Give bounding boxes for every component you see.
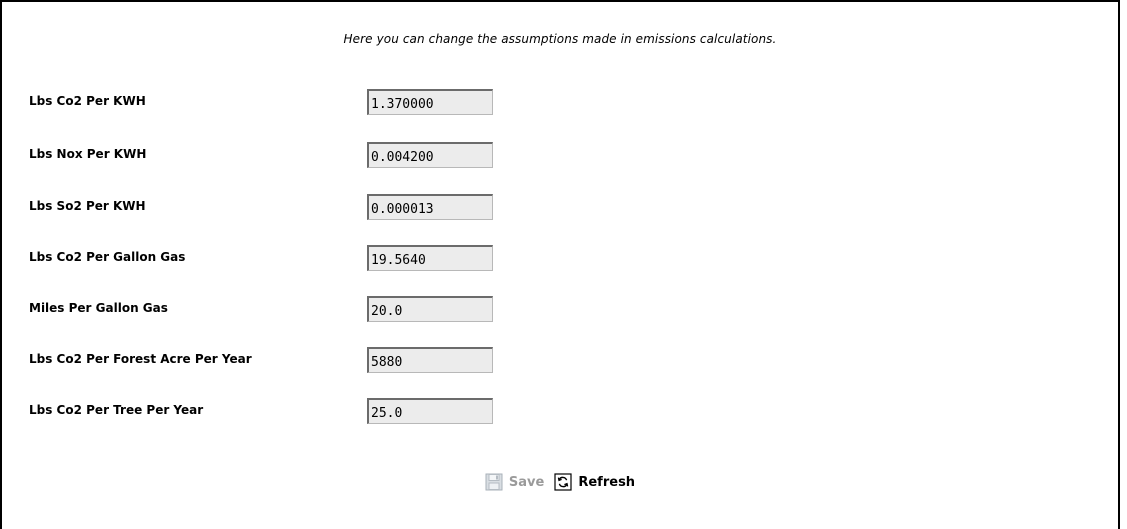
field-row-co2-per-gallon-gas: Lbs Co2 Per Gallon Gas <box>29 245 629 271</box>
intro-text: Here you can change the assumptions made… <box>343 32 777 46</box>
miles-per-gallon-input[interactable] <box>367 296 493 322</box>
save-label: Save <box>508 474 545 490</box>
field-row-so2-per-kwh: Lbs So2 Per KWH <box>29 194 629 220</box>
field-row-co2-per-tree: Lbs Co2 Per Tree Per Year <box>29 398 629 424</box>
co2-per-kwh-input[interactable] <box>367 89 493 115</box>
field-row-co2-per-forest-acre: Lbs Co2 Per Forest Acre Per Year <box>29 347 629 373</box>
field-row-nox-per-kwh: Lbs Nox Per KWH <box>29 142 629 168</box>
field-label: Lbs Co2 Per KWH <box>29 94 146 108</box>
save-button[interactable]: Save <box>485 470 544 494</box>
emissions-assumptions-panel: Here you can change the assumptions made… <box>0 0 1120 529</box>
field-row-miles-per-gallon: Miles Per Gallon Gas <box>29 296 629 322</box>
co2-per-forest-acre-input[interactable] <box>367 347 493 373</box>
field-label: Lbs Co2 Per Forest Acre Per Year <box>29 352 252 366</box>
co2-per-gallon-gas-input[interactable] <box>367 245 493 271</box>
nox-per-kwh-input[interactable] <box>367 142 493 168</box>
action-bar: Save Refresh <box>2 470 1118 494</box>
field-label: Lbs So2 Per KWH <box>29 199 146 213</box>
refresh-icon <box>554 473 572 491</box>
field-label: Lbs Co2 Per Gallon Gas <box>29 250 186 264</box>
field-label: Miles Per Gallon Gas <box>29 301 168 315</box>
floppy-disk-icon <box>485 473 503 491</box>
refresh-label: Refresh <box>578 474 636 490</box>
field-label: Lbs Co2 Per Tree Per Year <box>29 403 204 417</box>
refresh-button[interactable]: Refresh <box>554 470 635 494</box>
so2-per-kwh-input[interactable] <box>367 194 493 220</box>
co2-per-tree-input[interactable] <box>367 398 493 424</box>
field-row-co2-per-kwh: Lbs Co2 Per KWH <box>29 89 629 115</box>
field-label: Lbs Nox Per KWH <box>29 147 147 161</box>
